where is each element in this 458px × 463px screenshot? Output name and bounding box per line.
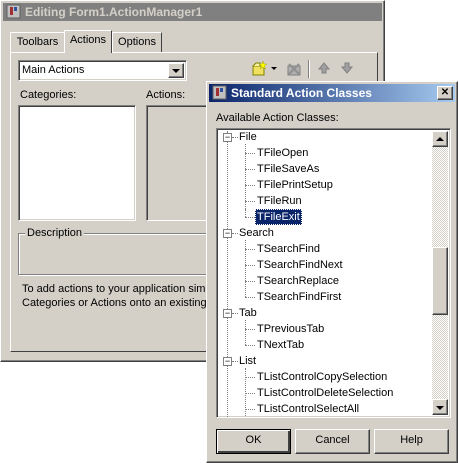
tree-root-line — [227, 131, 228, 417]
tab-toolbars-label: Toolbars — [16, 36, 59, 48]
tree-item-tsearchfind[interactable]: TSearchFind — [257, 241, 320, 257]
tree-group-list[interactable]: List — [239, 353, 256, 369]
help-button-label: Help — [400, 434, 423, 446]
delete-action-icon[interactable] — [285, 60, 303, 78]
tree-item-tfileopen[interactable]: TFileOpen — [257, 145, 308, 161]
tree-branch-line — [245, 393, 255, 394]
close-button[interactable]: ✕ — [437, 86, 453, 100]
action-list-combo-value: Main Actions — [22, 64, 85, 76]
scroll-down-button[interactable] — [432, 399, 448, 415]
tree-branch-line — [232, 361, 238, 362]
dialog-title: Standard Action Classes — [231, 86, 372, 100]
available-classes-label: Available Action Classes: — [216, 112, 339, 124]
description-label: Description — [25, 227, 85, 239]
tree-scrollbar[interactable] — [432, 131, 448, 415]
cancel-button[interactable]: Cancel — [295, 429, 370, 454]
tree-item-tprevioustab[interactable]: TPreviousTab — [257, 321, 324, 337]
combo-dropdown-button[interactable] — [168, 63, 184, 78]
tree-group-file[interactable]: File — [239, 129, 257, 145]
tree-branch-line — [245, 201, 255, 202]
tree-branch-line — [232, 137, 238, 138]
dialog-titlebar[interactable]: Standard Action Classes ✕ — [209, 84, 455, 102]
tree-item-tsearchfindnext[interactable]: TSearchFindNext — [257, 257, 343, 273]
action-manager-title: Editing Form1.ActionManager1 — [25, 5, 203, 19]
app-icon — [6, 4, 21, 19]
expand-minus-icon[interactable]: − — [223, 357, 232, 366]
tab-options-label: Options — [118, 36, 156, 48]
app-icon — [212, 85, 227, 100]
tree-branch-line — [245, 217, 255, 218]
tree-item-tfileprintsetup[interactable]: TFilePrintSetup — [257, 177, 333, 193]
hint-text-line-2: Categories or Actions onto an existing — [22, 297, 207, 309]
ok-button[interactable]: OK — [216, 429, 291, 454]
tree-group-search[interactable]: Search — [239, 225, 274, 241]
new-action-icon[interactable] — [250, 60, 268, 78]
hint-text-line-1: To add actions to your application simp — [22, 283, 212, 295]
help-button[interactable]: Help — [374, 429, 449, 454]
tree-branch-line — [245, 185, 255, 186]
tree-branch-line — [232, 233, 238, 234]
tree-item-tlistcontrolcopyselection[interactable]: TListControlCopySelection — [257, 369, 387, 385]
tree-branch-line — [245, 265, 255, 266]
move-down-icon[interactable] — [340, 61, 354, 75]
scroll-down-icon — [436, 406, 444, 410]
tree-branch-line — [245, 169, 255, 170]
tab-actions[interactable]: Actions — [64, 30, 112, 53]
tab-toolbars[interactable]: Toolbars — [10, 32, 65, 52]
close-icon: ✕ — [440, 87, 450, 98]
tree-branch-line — [245, 345, 255, 346]
tree-item-tnexttab[interactable]: TNextTab — [257, 337, 304, 353]
scroll-up-icon — [436, 137, 444, 141]
dropdown-arrow-icon[interactable] — [271, 67, 279, 73]
move-up-icon[interactable] — [317, 61, 331, 75]
tree-branch-line — [245, 409, 255, 410]
tab-options[interactable]: Options — [112, 32, 162, 52]
tree-item-tfilesaveas[interactable]: TFileSaveAs — [257, 161, 319, 177]
standard-action-classes-dialog: Standard Action Classes ✕ Available Acti… — [206, 81, 458, 463]
ok-button-label: OK — [245, 434, 262, 446]
tree-child-line — [245, 209, 246, 217]
tree-group-tab[interactable]: Tab — [239, 305, 257, 321]
tree-item-tsearchreplace[interactable]: TSearchReplace — [257, 273, 339, 289]
tree-branch-line — [245, 281, 255, 282]
expand-minus-icon[interactable]: − — [223, 133, 232, 142]
chevron-down-icon — [172, 69, 180, 73]
tree-branch-line — [245, 249, 255, 250]
scroll-up-button[interactable] — [432, 131, 448, 147]
tree-item-tlistcontroldeleteselection[interactable]: TListControlDeleteSelection — [257, 385, 393, 401]
tree-item-tsearchfindfirst[interactable]: TSearchFindFirst — [257, 289, 341, 305]
tree-branch-line — [245, 329, 255, 330]
expand-minus-icon[interactable]: − — [223, 229, 232, 238]
action-manager-titlebar[interactable]: Editing Form1.ActionManager1 — [3, 3, 382, 21]
tree-item-tfileexit[interactable]: TFileExit — [255, 209, 302, 225]
cancel-button-label: Cancel — [315, 434, 350, 446]
tree-branch-line — [232, 313, 238, 314]
action-classes-tree[interactable]: − File TFileOpen TFileSaveAs TFilePrintS… — [216, 128, 451, 418]
action-list-combo[interactable]: Main Actions — [18, 60, 187, 81]
tree-item-tlistcontrolselectall[interactable]: TListControlSelectAll — [257, 401, 359, 417]
expand-minus-icon[interactable]: − — [223, 309, 232, 318]
tab-actions-label: Actions — [69, 34, 107, 46]
tree-item-tfilerun[interactable]: TFileRun — [257, 193, 302, 209]
tree-branch-line — [245, 377, 255, 378]
dropdown-arrow-glyph — [271, 67, 277, 70]
tree-child-line — [245, 320, 246, 345]
tree-branch-line — [245, 153, 255, 154]
toolbar-separator — [308, 60, 310, 78]
categories-label: Categories: — [20, 89, 77, 101]
actions-label: Actions: — [146, 89, 186, 101]
scroll-thumb[interactable] — [432, 247, 448, 315]
tree-branch-line — [245, 297, 255, 298]
categories-list[interactable] — [18, 105, 136, 221]
